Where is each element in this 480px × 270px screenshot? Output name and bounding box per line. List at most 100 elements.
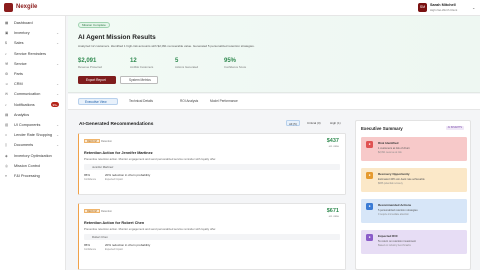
mission-complete-badge: Mission Complete bbox=[78, 22, 110, 28]
card-amount-label: est. value bbox=[328, 145, 339, 148]
card-description: Preventive retention action. Monitor eng… bbox=[84, 227, 217, 231]
chevron-down-icon: ⌄ bbox=[56, 92, 59, 97]
dashboard-icon: ▦ bbox=[5, 21, 9, 26]
chevron-down-icon[interactable]: ⌄ bbox=[472, 5, 475, 10]
bell-icon: ♪ bbox=[5, 51, 7, 56]
confidence-label: Confidence bbox=[84, 248, 97, 251]
finance-icon: ¤ bbox=[5, 173, 7, 178]
summary-label: Risk Identified bbox=[378, 141, 399, 145]
sidebar-item-label: CRM bbox=[14, 82, 23, 87]
sidebar-item-label: Sales bbox=[14, 41, 24, 46]
notification-count-badge: 99+ bbox=[51, 102, 59, 108]
summary-label: Expected ROI bbox=[378, 234, 398, 238]
page-title: AI Agent Mission Results bbox=[78, 34, 156, 41]
sidebar-item[interactable]: ♪ Notifications 99+ bbox=[0, 100, 65, 110]
chevron-down-icon: ⌄ bbox=[56, 31, 59, 36]
grid-icon: ▥ bbox=[5, 122, 9, 127]
summary-detail: Estimated 40% win-back rate achievable bbox=[378, 178, 425, 181]
recovery-icon: ● bbox=[366, 172, 373, 179]
filter-high[interactable]: High (1) bbox=[328, 120, 343, 126]
sidebar-item[interactable]: ⌂ Lender Rate Shopping ⌄ bbox=[0, 130, 65, 140]
card-category: Retention bbox=[101, 209, 113, 213]
chevron-down-icon: ⌄ bbox=[56, 41, 59, 46]
alert-icon: ● bbox=[366, 141, 373, 148]
card-category: Retention bbox=[101, 139, 113, 143]
filter-all[interactable]: All (5) bbox=[286, 120, 300, 126]
stat-at-risk: 12 At-Risk Customers bbox=[130, 58, 154, 69]
card-title: Retention Action for Jennifer Martinez bbox=[84, 151, 153, 155]
sidebar-item[interactable]: ✉ Communication ⌄ bbox=[0, 89, 65, 99]
tab-model-performance[interactable]: Model Performance bbox=[204, 98, 254, 105]
brand-name: Nexgile bbox=[16, 4, 38, 10]
sidebar-item-label: Parts bbox=[14, 72, 23, 77]
page-subtitle: Analyzed 12 customers. Identified 1 high… bbox=[78, 44, 255, 48]
stat-revenue: $2,091 Revenue Protected bbox=[78, 58, 102, 69]
sidebar-item-label: Mission Control bbox=[14, 163, 41, 168]
sidebar-item[interactable]: ⚒ Service ⌄ bbox=[0, 59, 65, 69]
summary-subdetail: $836 potential recovery bbox=[378, 182, 403, 185]
impact-value: 20% reduction in churn probability bbox=[105, 173, 151, 177]
customer-chip: Robert Chen bbox=[84, 234, 340, 240]
bank-icon: ⌂ bbox=[5, 133, 8, 138]
sidebar-item[interactable]: ⚙ Parts bbox=[0, 69, 65, 79]
filter-critical[interactable]: Critical (0) bbox=[305, 120, 323, 126]
recommendation-card[interactable]: MEDIUM Retention $671 est. value Retenti… bbox=[78, 203, 346, 270]
sidebar-item[interactable]: ♪ Service Reminders bbox=[0, 49, 65, 59]
confidence-label: Confidence bbox=[84, 178, 97, 181]
user-role: High-Net-Worth Client bbox=[430, 8, 458, 12]
sidebar-item-label: Documents bbox=[14, 143, 34, 148]
sidebar-item[interactable]: ▥ UI Components ⌄ bbox=[0, 120, 65, 130]
system-metrics-button[interactable]: System Metrics bbox=[120, 76, 158, 84]
summary-item: ● Recommended Actions 5 personalized reten… bbox=[361, 199, 467, 223]
confidence-value: 95% bbox=[84, 173, 91, 177]
summary-item: ● Risk Identified 1 customers at risk of c… bbox=[361, 137, 467, 161]
recommendation-card[interactable]: MEDIUM Retention $437 est. value Retenti… bbox=[78, 133, 346, 195]
top-bar: Nexgile SM Sarah Mitchell High-Net-Worth… bbox=[0, 0, 480, 16]
sidebar-item-label: Dashboard bbox=[14, 21, 33, 26]
sidebar-item[interactable]: $ Sales ⌄ bbox=[0, 38, 65, 48]
chevron-down-icon: ⌄ bbox=[56, 133, 59, 138]
impact-label: Expected Impact bbox=[105, 178, 123, 181]
roi-icon: ● bbox=[366, 234, 373, 241]
chevron-down-icon: ⌄ bbox=[56, 143, 59, 148]
card-title: Retention Action for Robert Chen bbox=[84, 221, 145, 225]
stat-actions: 5 Actions Generated bbox=[175, 58, 199, 69]
priority-badge: MEDIUM bbox=[84, 139, 100, 143]
sidebar-item[interactable]: ▦ Dashboard bbox=[0, 18, 65, 28]
chevron-down-icon: ⌄ bbox=[56, 122, 59, 127]
user-name: Sarah Mitchell bbox=[430, 3, 456, 7]
chart-icon: ▤ bbox=[5, 112, 9, 117]
sidebar-item-label: Notifications bbox=[14, 102, 35, 107]
sidebar-item[interactable]: ☺ CRM ⌄ bbox=[0, 79, 65, 89]
wrench-icon: ⚒ bbox=[5, 61, 9, 66]
priority-badge: MEDIUM bbox=[84, 209, 100, 213]
executive-summary: Executive Summary AI INSIGHTS ● Risk Iden… bbox=[355, 120, 471, 270]
recommendations-title: AI-Generated Recommendations bbox=[79, 122, 154, 127]
users-icon: ☺ bbox=[5, 82, 9, 87]
mission-results-panel: Mission Complete AI Agent Mission Result… bbox=[68, 16, 480, 93]
parts-icon: ⚙ bbox=[5, 72, 9, 77]
tab-executive-view[interactable]: Executive View bbox=[78, 98, 118, 105]
sidebar-item[interactable]: ▯ Documents ⌄ bbox=[0, 140, 65, 150]
summary-detail: 5x return on retention investment bbox=[378, 240, 416, 243]
sidebar-item-label: Inventory bbox=[14, 31, 30, 36]
summary-subdetail: 0 require immediate attention bbox=[378, 213, 409, 216]
sidebar-item[interactable]: ◎ Mission Control bbox=[0, 161, 65, 171]
sidebar-item[interactable]: ▣ Inventory ⌄ bbox=[0, 28, 65, 38]
box-icon: ▣ bbox=[5, 31, 9, 36]
avatar[interactable]: SM bbox=[418, 3, 427, 12]
impact-value: 20% reduction in churn probability bbox=[105, 243, 151, 247]
sidebar-item[interactable]: ¤ F&I Processing bbox=[0, 171, 65, 181]
tab-technical-details[interactable]: Technical Details bbox=[123, 98, 168, 105]
sidebar-item[interactable]: ◈ Inventory Optimization bbox=[0, 150, 65, 160]
summary-item: ● Recovery Opportunity Estimated 40% win-b… bbox=[361, 168, 467, 192]
sales-icon: $ bbox=[5, 41, 7, 46]
export-report-button[interactable]: Export Report bbox=[78, 76, 116, 84]
sidebar-item[interactable]: ▤ Analytics bbox=[0, 110, 65, 120]
impact-label: Expected Impact bbox=[105, 248, 123, 251]
sidebar-item-label: Lender Rate Shopping bbox=[14, 133, 52, 138]
card-description: Preventive retention action. Monitor eng… bbox=[84, 157, 217, 161]
sidebar-item-label: F&I Processing bbox=[14, 173, 40, 178]
summary-item: ● Expected ROI 5x return on retention inve… bbox=[361, 230, 467, 254]
sidebar-item-label: Inventory Optimization bbox=[14, 153, 52, 158]
